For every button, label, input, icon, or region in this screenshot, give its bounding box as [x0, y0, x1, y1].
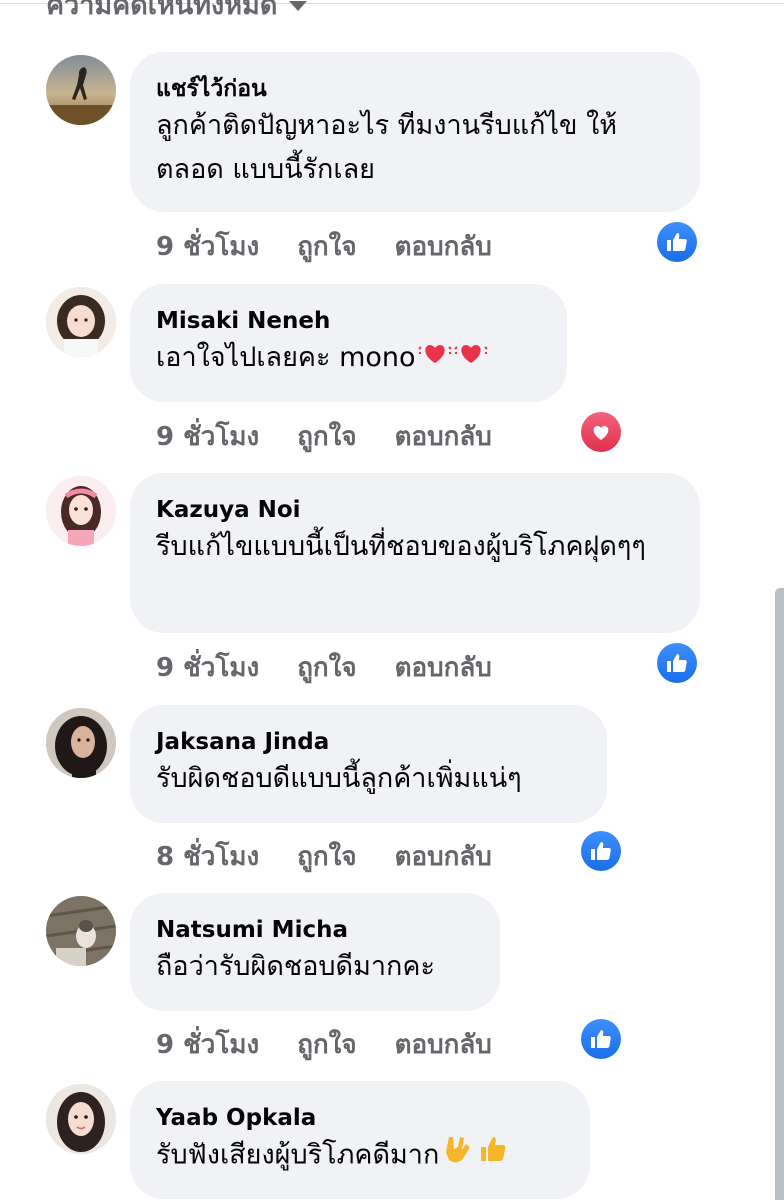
comment-time[interactable]: 9 ชั่วโมง — [156, 647, 259, 688]
like-reaction-icon[interactable] — [657, 222, 697, 262]
comment-author[interactable]: แชร์ไว้ก่อน — [156, 74, 674, 104]
comment-bubble: Misaki Neneh เอาใจไปเลยคะ mono — [130, 284, 567, 402]
comment-text-body: รับฟังเสียงผู้บริโภคดีมาก — [156, 1139, 440, 1171]
comment-text: ลูกค้าติดปัญหาอะไร ทีมงานรีบแก้ไข ให้ตลอ… — [156, 110, 618, 185]
comment-time[interactable]: 9 ชั่วโมง — [156, 416, 259, 457]
comment-meta: 8 ชั่วโมง ถูกใจ ตอบกลับ — [156, 836, 530, 877]
comment-author[interactable]: Natsumi Micha — [156, 915, 474, 945]
vibrating-heart-emoji — [417, 337, 452, 381]
reply-button[interactable]: ตอบกลับ — [395, 836, 492, 877]
avatar[interactable] — [46, 1084, 116, 1154]
comment-text: รับผิดชอบดีแบบนี้ลูกค้าเพิ่มแน่ๆ — [156, 763, 522, 794]
comment-text-body: เอาใจไปเลยคะ mono — [156, 342, 416, 373]
like-button[interactable]: ถูกใจ — [297, 226, 356, 267]
chevron-down-icon — [289, 1, 308, 11]
thumbs-up-emoji — [477, 1133, 509, 1179]
like-reaction-icon[interactable] — [581, 831, 621, 871]
comment-meta: 9 ชั่วโมง ถูกใจ ตอบกลับ — [156, 647, 530, 688]
avatar[interactable] — [46, 708, 116, 778]
comment-author[interactable]: Jaksana Jinda — [156, 727, 581, 757]
reply-button[interactable]: ตอบกลับ — [395, 647, 492, 688]
like-button[interactable]: ถูกใจ — [297, 647, 356, 688]
reply-button[interactable]: ตอบกลับ — [395, 1024, 492, 1065]
comment-text: รับฟังเสียงผู้บริโภคดีมาก — [156, 1133, 564, 1179]
comment-bubble: แชร์ไว้ก่อน ลูกค้าติดปัญหาอะไร ทีมงานรีบ… — [130, 52, 700, 212]
comment-bubble: Natsumi Micha ถือว่ารับผิดชอบดีมากคะ — [130, 893, 500, 1011]
comment-bubble: Yaab Opkala รับฟังเสียงผู้บริโภคดีมาก — [130, 1081, 590, 1199]
comment-time[interactable]: 8 ชั่วโมง — [156, 836, 259, 877]
comments-filter[interactable]: ความคิดเห็นทั้งหมด — [46, 0, 308, 22]
comment-text: เอาใจไปเลยคะ mono — [156, 336, 541, 381]
avatar[interactable] — [46, 287, 116, 357]
comment-text: รีบแก้ไขแบบนี้เป็นที่ชอบของผู้บริโภคฝุดๆ… — [156, 531, 646, 562]
comment-bubble: Jaksana Jinda รับผิดชอบดีแบบนี้ลูกค้าเพิ… — [130, 705, 607, 823]
comment-time[interactable]: 9 ชั่วโมง — [156, 226, 259, 267]
avatar[interactable] — [46, 476, 116, 546]
avatar[interactable] — [46, 55, 116, 125]
comment-author[interactable]: Kazuya Noi — [156, 495, 674, 525]
comment-bubble: Kazuya Noi รีบแก้ไขแบบนี้เป็นที่ชอบของผู… — [130, 473, 700, 633]
like-button[interactable]: ถูกใจ — [297, 1024, 356, 1065]
like-button[interactable]: ถูกใจ — [297, 416, 356, 457]
avatar[interactable] — [46, 896, 116, 966]
like-reaction-icon[interactable] — [657, 643, 697, 683]
vibrating-heart-emoji — [453, 337, 488, 381]
comment-meta: 9 ชั่วโมง ถูกใจ ตอบกลับ — [156, 416, 530, 457]
like-button[interactable]: ถูกใจ — [297, 836, 356, 877]
like-reaction-icon[interactable] — [581, 1019, 621, 1059]
scrollbar[interactable] — [775, 588, 784, 1200]
comment-time[interactable]: 9 ชั่วโมง — [156, 1024, 259, 1065]
comment-text: ถือว่ารับผิดชอบดีมากคะ — [156, 951, 435, 982]
reply-button[interactable]: ตอบกลับ — [395, 226, 492, 267]
love-you-gesture-emoji — [441, 1133, 475, 1179]
comment-meta: 9 ชั่วโมง ถูกใจ ตอบกลับ — [156, 1024, 530, 1065]
reply-button[interactable]: ตอบกลับ — [395, 416, 492, 457]
love-reaction-icon[interactable] — [581, 412, 621, 452]
comments-filter-label: ความคิดเห็นทั้งหมด — [46, 0, 278, 21]
comment-meta: 9 ชั่วโมง ถูกใจ ตอบกลับ — [156, 226, 530, 267]
comment-author[interactable]: Yaab Opkala — [156, 1103, 564, 1133]
comment-author[interactable]: Misaki Neneh — [156, 306, 541, 336]
